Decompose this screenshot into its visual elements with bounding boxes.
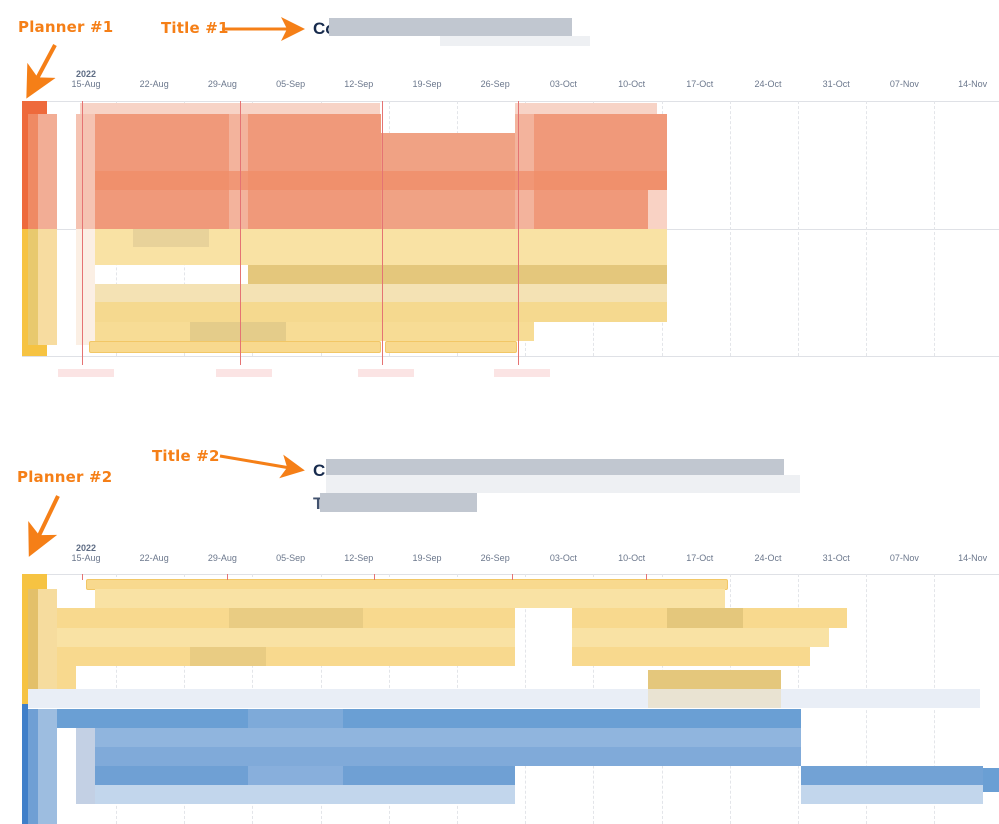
- sprint-marker[interactable]: [374, 574, 375, 580]
- sprint-marker[interactable]: [227, 574, 228, 580]
- timeline-tick-label: 31-Oct: [822, 553, 850, 563]
- issue-bar[interactable]: [95, 589, 725, 608]
- stripe: [190, 647, 266, 666]
- issue-bar[interactable]: [57, 666, 76, 689]
- year-label: 2022: [76, 543, 97, 553]
- timeline-tick-label: 03-Oct: [549, 553, 577, 563]
- timeline-tick-label: 17-Oct: [686, 553, 714, 563]
- sprint-marker[interactable]: [512, 574, 513, 580]
- timeline-tick-label: 26-Sep: [480, 553, 510, 563]
- issue-bar[interactable]: [95, 747, 801, 766]
- issue-bar[interactable]: [57, 709, 801, 728]
- timeline-top-border: [22, 574, 999, 575]
- issue-bar[interactable]: [572, 628, 829, 647]
- timeline-tick-label: 07-Nov: [889, 553, 919, 563]
- stripe: [667, 608, 743, 628]
- stripe: [648, 689, 781, 708]
- timeline-tick-label: 15-Aug: [71, 553, 101, 563]
- issue-bar[interactable]: [983, 768, 999, 792]
- issue-bar[interactable]: [95, 728, 801, 747]
- timeline-tick-label: 24-Oct: [754, 553, 782, 563]
- planner-2: 2022 15-Aug 22-Aug 29-Aug 05-Sep 12-Sep 19-Se…: [0, 0, 999, 824]
- issue-bar[interactable]: [648, 670, 781, 689]
- sprint-marker[interactable]: [82, 574, 83, 580]
- row-handle: [28, 589, 38, 689]
- group-header-row: [28, 689, 980, 708]
- stripe: [248, 766, 343, 785]
- row-label: [38, 709, 57, 824]
- sprint-marker[interactable]: [646, 574, 647, 580]
- timeline-tick-label: 12-Sep: [344, 553, 374, 563]
- timeline-tick-label: 29-Aug: [207, 553, 237, 563]
- timeline-tick-label: 14-Nov: [958, 553, 988, 563]
- issue-bar[interactable]: [57, 628, 515, 647]
- stripe: [76, 728, 95, 804]
- issue-bar[interactable]: [57, 647, 515, 666]
- row-label: [38, 589, 57, 689]
- stripe: [248, 709, 343, 728]
- issue-bar[interactable]: [801, 785, 983, 804]
- timeline-tick-label: 10-Oct: [618, 553, 646, 563]
- issue-bar[interactable]: [801, 766, 983, 785]
- issue-bar[interactable]: [572, 647, 810, 666]
- timeline-tick-label: 19-Sep: [412, 553, 442, 563]
- stripe: [229, 608, 363, 628]
- row-handle: [28, 709, 38, 824]
- issue-bar[interactable]: [95, 785, 515, 804]
- timeline-tick-label: 05-Sep: [276, 553, 306, 563]
- timeline-tick-label: 22-Aug: [139, 553, 169, 563]
